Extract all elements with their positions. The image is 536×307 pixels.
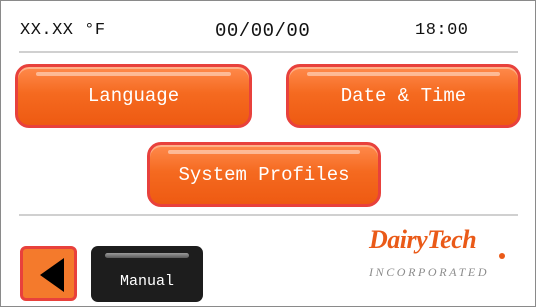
language-button[interactable]: Language xyxy=(15,64,252,128)
system-profiles-button[interactable]: System Profiles xyxy=(147,142,381,207)
registered-mark-icon xyxy=(499,253,505,259)
date-time-button-label: Date & Time xyxy=(340,85,467,107)
left-triangle-arrow-icon xyxy=(40,258,64,292)
button-gloss xyxy=(307,72,500,76)
footer-divider xyxy=(19,214,518,216)
header-divider xyxy=(19,51,518,53)
date-readout: 00/00/00 xyxy=(215,20,311,42)
language-button-label: Language xyxy=(87,85,180,107)
date-time-button[interactable]: Date & Time xyxy=(286,64,521,128)
temperature-readout: XX.XX °F xyxy=(20,21,106,40)
logo-wordmark: DairyTech xyxy=(369,225,477,254)
system-profiles-button-label: System Profiles xyxy=(178,163,350,186)
logo-tagline: INCORPORATED xyxy=(369,265,490,279)
dairytech-logo: DairyTech INCORPORATED xyxy=(365,223,515,283)
button-gloss xyxy=(36,72,231,76)
manual-button-label: Manual xyxy=(119,273,174,290)
back-button[interactable] xyxy=(20,246,77,301)
screen-frame: XX.XX °F 00/00/00 18:00 Language Date & … xyxy=(0,0,536,307)
manual-button[interactable]: Manual xyxy=(91,246,203,302)
time-readout: 18:00 xyxy=(415,21,469,40)
button-gloss xyxy=(105,253,189,258)
button-gloss xyxy=(168,150,360,154)
